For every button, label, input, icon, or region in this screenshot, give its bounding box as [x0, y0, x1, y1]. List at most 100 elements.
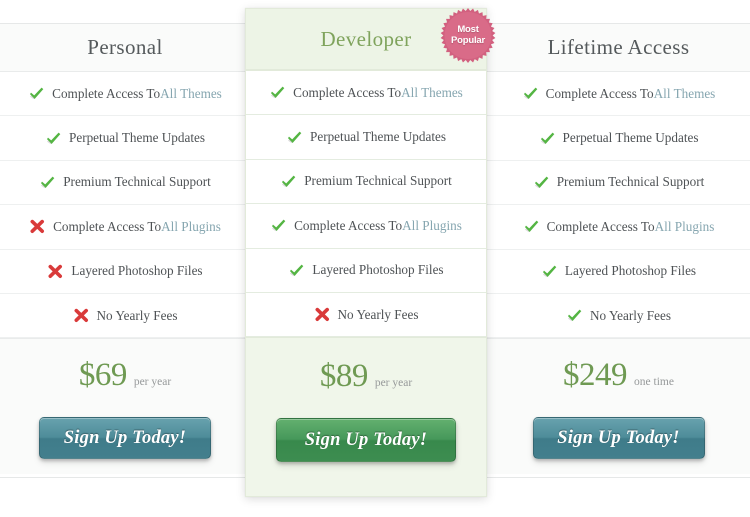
- price-period: one time: [634, 376, 674, 389]
- check-icon: [523, 87, 537, 100]
- check-icon: [286, 130, 303, 145]
- feature-row: Layered Photoshop Files: [0, 250, 250, 294]
- feature-label: Complete Access To: [293, 84, 402, 100]
- feature-label: Layered Photoshop Files: [312, 262, 444, 278]
- price-period: per year: [133, 376, 172, 389]
- cross-icon: [47, 264, 64, 279]
- check-icon: [272, 219, 286, 232]
- check-icon: [271, 86, 285, 99]
- signup-button-developer[interactable]: Sign Up Today!: [276, 418, 456, 463]
- check-icon: [533, 175, 550, 190]
- signup-button-personal[interactable]: Sign Up Today!: [39, 417, 211, 460]
- check-icon: [280, 174, 297, 189]
- price-line: $69 per year: [0, 359, 250, 399]
- feature-label: Complete Access To: [546, 218, 655, 234]
- plan-header-developer: Developer: [246, 9, 486, 70]
- feature-row: Complete Access To All Plugins: [246, 204, 486, 249]
- feature-accent-link[interactable]: All Themes: [160, 86, 222, 102]
- plan-title: Developer: [320, 26, 412, 51]
- cross-icon: [315, 307, 329, 322]
- feature-row: Perpetual Theme Updates: [487, 116, 750, 161]
- feature-row: No Yearly Fees: [246, 292, 486, 338]
- signup-button-lifetime[interactable]: Sign Up Today!: [532, 417, 705, 460]
- feature-accent-link[interactable]: All Themes: [401, 85, 463, 101]
- check-icon: [288, 131, 302, 143]
- check-icon: [540, 132, 554, 144]
- feature-accent-link[interactable]: All Themes: [654, 86, 716, 102]
- check-icon: [288, 263, 305, 278]
- feature-row: Complete Access To All Plugins: [487, 205, 750, 250]
- plan-title: Personal: [87, 35, 163, 59]
- feature-list-personal: Complete Access To All Themes Perpetual T…: [0, 72, 250, 339]
- feature-list-developer: Complete Access To All Themes Perpetual T…: [246, 70, 486, 339]
- feature-row: Perpetual Theme Updates: [0, 116, 250, 161]
- check-icon: [28, 86, 45, 101]
- feature-row: No Yearly Fees: [487, 294, 750, 339]
- feature-label: Complete Access To: [294, 217, 403, 233]
- cross-icon: [30, 220, 45, 234]
- plan-footer-personal: $69 per year Sign Up Today!: [0, 338, 250, 475]
- pricing-table: Personal Complete Access To All Themes Pe…: [0, 0, 750, 517]
- cross-icon: [74, 308, 88, 323]
- feature-accent-link[interactable]: All Plugins: [402, 218, 462, 234]
- feature-list-lifetime: Complete Access To All Themes Perpetual T…: [487, 72, 750, 339]
- check-icon: [30, 87, 44, 100]
- feature-row: Complete Access To All Themes: [0, 72, 250, 117]
- cross-icon: [48, 264, 63, 278]
- plan-card-developer: Developer Complete Access To All Themes P…: [245, 8, 487, 497]
- cross-icon: [73, 308, 90, 323]
- check-icon: [539, 131, 556, 146]
- feature-label: Complete Access To: [545, 85, 654, 101]
- check-icon: [542, 265, 557, 277]
- check-icon: [541, 264, 558, 279]
- feature-row: Premium Technical Support: [487, 161, 750, 206]
- cross-icon: [314, 307, 331, 322]
- feature-accent-link[interactable]: All Plugins: [655, 219, 715, 235]
- price-amount: $249: [563, 357, 628, 394]
- plan-card-lifetime: Lifetime Access Complete Access To All T…: [486, 23, 750, 478]
- check-icon: [269, 85, 286, 100]
- feature-label: Perpetual Theme Updates: [310, 129, 446, 145]
- plan-card-personal: Personal Complete Access To All Themes Pe…: [0, 23, 251, 478]
- price-period: per year: [374, 377, 413, 390]
- feature-label: Complete Access To: [53, 218, 162, 234]
- feature-label: Perpetual Theme Updates: [562, 130, 699, 146]
- plan-title: Lifetime Access: [547, 35, 690, 59]
- cross-icon: [29, 219, 46, 234]
- check-icon: [39, 175, 56, 190]
- plan-header-personal: Personal: [0, 24, 250, 72]
- feature-accent-link[interactable]: All Plugins: [161, 219, 221, 235]
- check-icon: [290, 264, 304, 276]
- feature-label: Layered Photoshop Files: [71, 263, 203, 279]
- check-icon: [45, 131, 62, 146]
- price-line: $89 per year: [246, 360, 486, 400]
- feature-row: Premium Technical Support: [246, 159, 486, 205]
- feature-label: Complete Access To: [52, 85, 161, 101]
- feature-row: Layered Photoshop Files: [246, 248, 486, 293]
- check-icon: [47, 132, 61, 144]
- feature-label: Premium Technical Support: [304, 173, 452, 189]
- feature-label: Premium Technical Support: [556, 174, 705, 190]
- plan-footer-developer: $89 per year Sign Up Today!: [246, 338, 486, 498]
- feature-label: Premium Technical Support: [63, 174, 211, 190]
- check-icon: [524, 220, 538, 233]
- feature-row: Complete Access To All Plugins: [0, 205, 250, 250]
- check-icon: [282, 175, 296, 188]
- feature-row: Complete Access To All Themes: [487, 72, 750, 117]
- check-icon: [534, 176, 549, 189]
- check-icon: [522, 86, 539, 101]
- feature-label: No Yearly Fees: [590, 307, 671, 323]
- check-icon: [568, 309, 582, 322]
- feature-label: No Yearly Fees: [96, 307, 178, 323]
- price-line: $249 one time: [487, 359, 750, 399]
- check-icon: [523, 219, 540, 234]
- check-icon: [41, 176, 55, 189]
- plan-footer-lifetime: $249 one time Sign Up Today!: [487, 338, 750, 475]
- price-amount: $89: [319, 358, 369, 395]
- feature-label: Layered Photoshop Files: [564, 263, 697, 279]
- feature-label: Perpetual Theme Updates: [69, 130, 205, 146]
- plan-header-lifetime: Lifetime Access: [487, 24, 750, 72]
- feature-label: No Yearly Fees: [337, 306, 419, 322]
- feature-row: Complete Access To All Themes: [246, 71, 486, 116]
- check-icon: [566, 308, 583, 323]
